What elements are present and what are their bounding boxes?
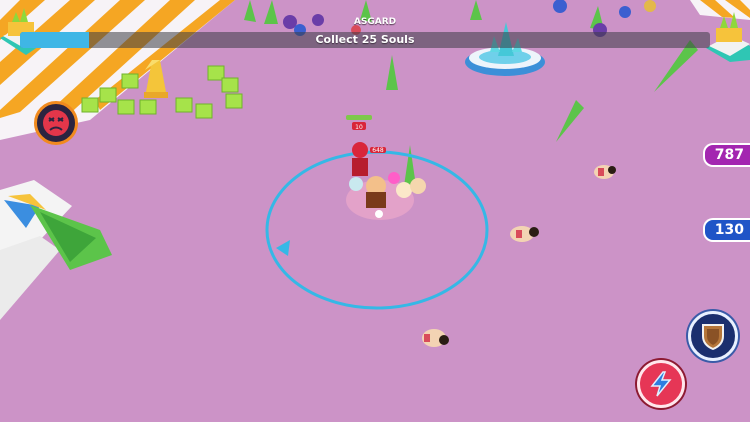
angry-face-icon <box>43 110 69 136</box>
objective-label: Collect 25 Souls <box>315 33 415 46</box>
lightning-ability-button[interactable] <box>637 360 685 408</box>
lightning-icon <box>650 371 672 397</box>
player-level-tag: 10 <box>355 124 363 131</box>
zone-name: ASGARD <box>353 17 397 27</box>
objective-progress-bar: Collect 25 Souls <box>20 32 710 48</box>
souls-counter: 787 <box>702 143 750 167</box>
shield-icon <box>702 324 724 350</box>
angry-ability-button[interactable] <box>34 101 78 145</box>
game-scene: 10 648 <box>0 0 750 422</box>
enemy-damage-tag: 648 <box>372 147 384 154</box>
shield-ability-button[interactable] <box>688 311 738 361</box>
kills-counter: 130 <box>702 218 750 242</box>
